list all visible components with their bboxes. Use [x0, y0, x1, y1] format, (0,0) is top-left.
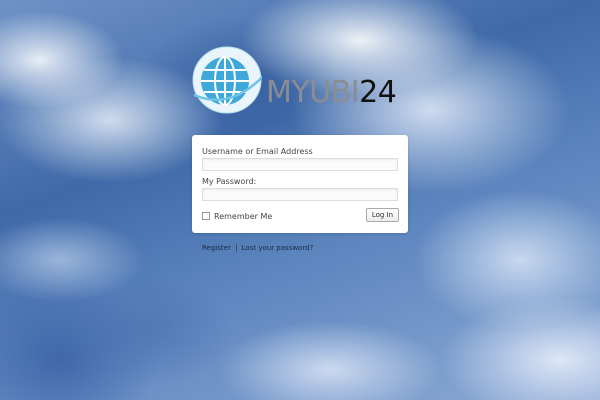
- remember-me-control[interactable]: Remember Me: [202, 210, 272, 222]
- sky-background: MYUBI24 Username or Email Address My Pas…: [0, 0, 600, 400]
- site-logo[interactable]: MYUBI24: [192, 45, 412, 115]
- username-label: Username or Email Address: [202, 147, 313, 156]
- username-input[interactable]: [202, 158, 398, 171]
- register-link[interactable]: Register: [202, 244, 231, 252]
- password-input[interactable]: [202, 188, 398, 201]
- logo-text-dark: 24: [359, 75, 397, 110]
- globe-icon: [192, 46, 262, 114]
- remember-me-checkbox[interactable]: [202, 212, 210, 220]
- link-separator: |: [235, 244, 238, 252]
- logo-wordmark: MYUBI24: [266, 75, 397, 110]
- remember-me-label[interactable]: Remember Me: [214, 212, 272, 221]
- lost-password-link[interactable]: Lost your password?: [242, 244, 314, 252]
- auth-links: Register | Lost your password?: [202, 244, 313, 252]
- password-label: My Password:: [202, 177, 257, 186]
- log-in-button[interactable]: Log In: [366, 208, 399, 222]
- logo-text-light: MYUBI: [266, 75, 360, 110]
- login-form: Username or Email Address My Password: R…: [192, 135, 408, 233]
